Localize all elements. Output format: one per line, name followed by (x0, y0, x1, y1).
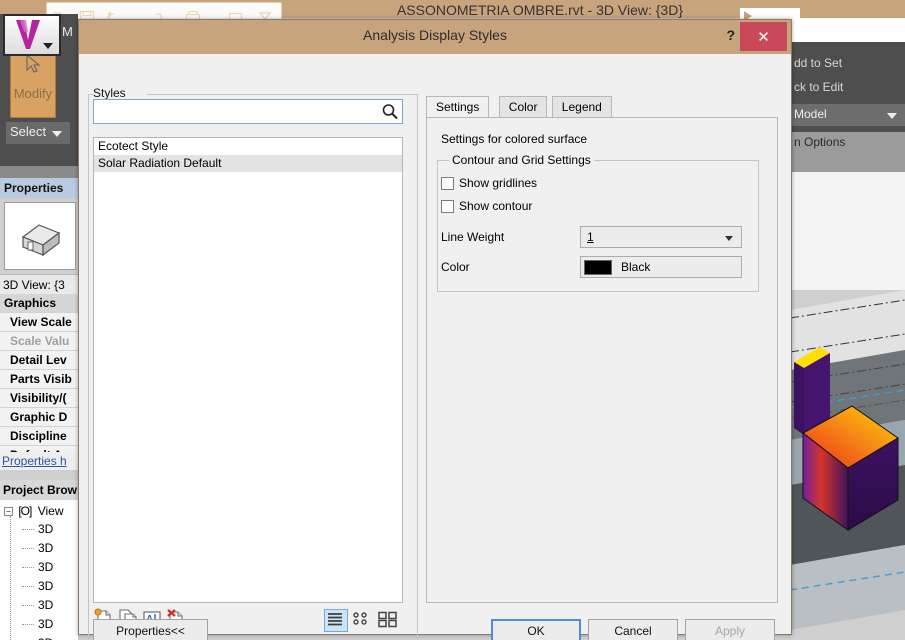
ribbon-tab-label[interactable]: M (62, 24, 73, 39)
apply-button: Apply (685, 619, 775, 640)
select-label: Select (10, 124, 47, 139)
logo-caret-icon (43, 43, 53, 49)
property-row[interactable]: View Scale (0, 313, 78, 332)
cancel-button[interactable]: Cancel (588, 619, 678, 640)
color-swatch (584, 260, 612, 275)
styles-group-label: Styles (93, 86, 126, 100)
tab-legend[interactable]: Legend (551, 96, 612, 118)
house-icon (21, 224, 61, 257)
show-contour-checkbox[interactable] (441, 199, 454, 213)
dialog-title-bar[interactable]: Analysis Display Styles ? ✕ (79, 20, 791, 54)
tree-item[interactable]: 3D (38, 579, 53, 593)
design-option-combo[interactable]: Model (790, 104, 905, 126)
tree-item[interactable]: 3D (38, 636, 53, 640)
view-small-icons-button[interactable] (351, 609, 375, 632)
design-option-value: Model (794, 107, 827, 121)
pick-to-edit-label[interactable]: ck to Edit (794, 80, 843, 94)
list-item[interactable]: Ecotect Style (94, 138, 402, 155)
line-weight-label: Line Weight (441, 230, 505, 244)
tree-guide-dash (22, 586, 34, 587)
line-weight-value: 1 (587, 230, 594, 244)
color-label: Color (441, 260, 470, 274)
tree-guide-dash (22, 567, 34, 568)
tree-guide-dash (22, 548, 34, 549)
revit-logo-icon (16, 20, 40, 49)
chevron-down-icon (725, 236, 733, 241)
analysis-display-styles-dialog: Analysis Display Styles ? ✕ Styles Ecote… (78, 19, 792, 640)
right-panel-top (790, 18, 905, 42)
add-to-set-label[interactable]: dd to Set (794, 56, 842, 70)
viewport-3d[interactable] (790, 290, 905, 640)
settings-heading: Settings for colored surface (441, 132, 588, 146)
tree-root-label: View (37, 504, 64, 518)
show-gridlines-row[interactable]: Show gridlines (441, 176, 537, 190)
search-icon[interactable] (381, 103, 399, 121)
tree-item[interactable]: 3D (38, 541, 53, 555)
list-item[interactable]: Solar Radiation Default (94, 155, 402, 172)
design-options-panel: dd to Set ck to Edit Model n Options (790, 42, 905, 172)
cursor-icon (24, 53, 42, 78)
tree-item[interactable]: 3D (38, 560, 53, 574)
line-weight-select[interactable]: 1 (580, 226, 742, 248)
show-gridlines-label: Show gridlines (459, 176, 538, 190)
property-row[interactable]: Visibility/( (0, 389, 78, 408)
dialog-title: Analysis Display Styles (363, 27, 507, 43)
chevron-down-icon (887, 113, 897, 119)
properties-palette-header: Properties (0, 178, 78, 198)
tree-root-icon: [O] (18, 504, 32, 518)
view-list-button[interactable] (324, 609, 348, 632)
show-contour-row[interactable]: Show contour (441, 199, 532, 213)
properties-button[interactable]: Properties<< (93, 619, 208, 640)
tree-item[interactable]: 3D (38, 598, 53, 612)
tree-expander-icon[interactable]: − (4, 507, 13, 517)
properties-type-preview (4, 202, 76, 270)
project-browser-tree[interactable]: − [O] View 3D 3D 3D 3D 3D 3D 3D (0, 500, 78, 640)
search-input[interactable] (94, 100, 378, 123)
properties-type-label: 3D View: {3 (0, 274, 78, 294)
properties-help-link[interactable]: Properties h (0, 452, 78, 470)
select-dropdown[interactable]: Select (6, 122, 70, 144)
styles-list[interactable]: Ecotect Style Solar Radiation Default (93, 137, 403, 603)
property-row[interactable]: Discipline (0, 427, 78, 446)
dialog-body: Styles Ecotect Style Solar Radiation Defa… (79, 54, 791, 640)
color-picker-button[interactable]: Black (580, 256, 742, 278)
help-button[interactable]: ? (726, 27, 735, 43)
property-row[interactable]: Graphic D (0, 408, 78, 427)
close-icon[interactable]: ✕ (740, 22, 787, 51)
right-panel-white (790, 172, 905, 290)
color-value: Black (621, 260, 651, 274)
screen: ASSONOMETRIA OMBRE.rvt - 3D View: {3D} M… (0, 0, 905, 640)
tree-guide-dash (22, 624, 34, 625)
app-logo-button[interactable] (3, 14, 61, 56)
design-options-label[interactable]: n Options (790, 132, 905, 154)
property-row[interactable]: Parts Visib (0, 370, 78, 389)
styles-search-field[interactable] (93, 99, 403, 124)
property-row[interactable]: Detail Lev (0, 351, 78, 370)
tree-root[interactable]: − [O] View (4, 504, 64, 518)
show-gridlines-checkbox[interactable] (441, 176, 454, 190)
tree-guide-dash (22, 529, 34, 530)
design-options-spacer (790, 154, 905, 172)
tree-item[interactable]: 3D (38, 522, 53, 536)
tree-guide-dash (22, 605, 34, 606)
modify-label: Modify (13, 86, 53, 101)
viewport-3d-scene (790, 290, 905, 640)
project-browser-header: Project Brow (0, 480, 78, 500)
chevron-down-icon (52, 131, 62, 137)
property-row[interactable]: Scale Valu (0, 332, 78, 351)
view-large-icons-button[interactable] (376, 609, 402, 632)
property-row[interactable]: Graphics (0, 294, 78, 313)
tab-settings[interactable]: Settings (426, 96, 490, 119)
show-contour-label: Show contour (459, 199, 533, 213)
settings-tab-pane: Settings for colored surface Contour and… (426, 117, 778, 603)
ok-button[interactable]: OK (491, 619, 581, 640)
contour-grid-group-label: Contour and Grid Settings (449, 153, 594, 167)
tree-guide-line (10, 516, 11, 640)
settings-tabs: Settings Color Legend (426, 96, 778, 119)
tab-color[interactable]: Color (498, 96, 548, 118)
tree-item[interactable]: 3D (38, 617, 53, 631)
ribbon-spacer (0, 166, 78, 178)
